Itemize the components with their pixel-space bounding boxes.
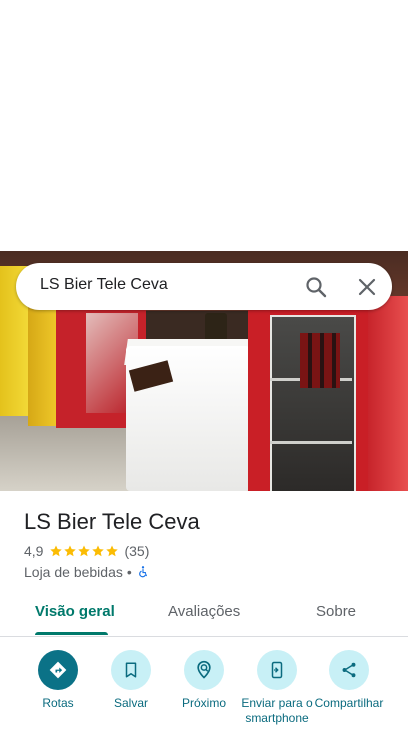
save-label: Salvar <box>113 696 148 710</box>
maps-place-screen: LS Bier Tele Ceva LS Bier Tele Ceva 4,9 … <box>0 0 408 742</box>
directions-label: Rotas <box>42 696 74 710</box>
close-icon[interactable] <box>355 275 379 299</box>
rating-row[interactable]: 4,9 (35) <box>24 543 149 559</box>
star-icon <box>106 545 119 557</box>
send-to-phone-label: Enviar para o smartphone <box>241 696 313 725</box>
tab-selected-indicator <box>35 632 108 635</box>
star-icon <box>50 545 63 557</box>
rating-stars <box>49 544 119 558</box>
nearby-label: Próximo <box>181 696 226 710</box>
send-to-phone-icon <box>271 661 283 679</box>
star-icon <box>92 545 105 557</box>
nearby-icon <box>197 660 211 679</box>
wheelchair-accessible-icon <box>138 566 147 578</box>
send-to-phone-button[interactable]: Enviar para o smartphone <box>240 650 314 726</box>
place-category: Loja de bebidas <box>24 564 123 580</box>
star-icon <box>64 545 77 557</box>
rating-value: 4,9 <box>24 543 44 559</box>
directions-icon <box>49 661 67 679</box>
tab-overview[interactable]: Visão geral <box>35 603 115 620</box>
bookmark-icon <box>125 662 137 678</box>
search-icon[interactable] <box>304 275 328 299</box>
category-separator: • <box>126 564 132 580</box>
photo-red-fridge-edge <box>368 296 408 491</box>
review-count[interactable]: (35) <box>124 543 149 559</box>
map-blank-area <box>0 0 408 251</box>
place-title: LS Bier Tele Ceva <box>24 509 200 534</box>
photo-red-fridge-right <box>248 303 368 491</box>
share-button[interactable]: Compartilhar <box>312 650 386 711</box>
save-button[interactable]: Salvar <box>94 650 168 711</box>
search-bar[interactable]: LS Bier Tele Ceva <box>16 263 392 310</box>
category-row: Loja de bebidas • <box>24 564 150 580</box>
search-query-text[interactable]: LS Bier Tele Ceva <box>40 276 168 294</box>
action-buttons: Rotas Salvar Próximo Enviar para o smart… <box>0 646 408 742</box>
photo-bottle-rows <box>300 333 340 388</box>
share-label: Compartilhar <box>314 696 384 710</box>
tab-reviews[interactable]: Avaliações <box>168 603 240 620</box>
place-tabs: Visão geral Avaliações Sobre <box>0 590 408 637</box>
directions-button[interactable]: Rotas <box>21 650 95 711</box>
share-icon <box>342 662 356 678</box>
tab-about[interactable]: Sobre <box>316 603 356 620</box>
nearby-button[interactable]: Próximo <box>167 650 241 711</box>
star-icon <box>78 545 91 557</box>
